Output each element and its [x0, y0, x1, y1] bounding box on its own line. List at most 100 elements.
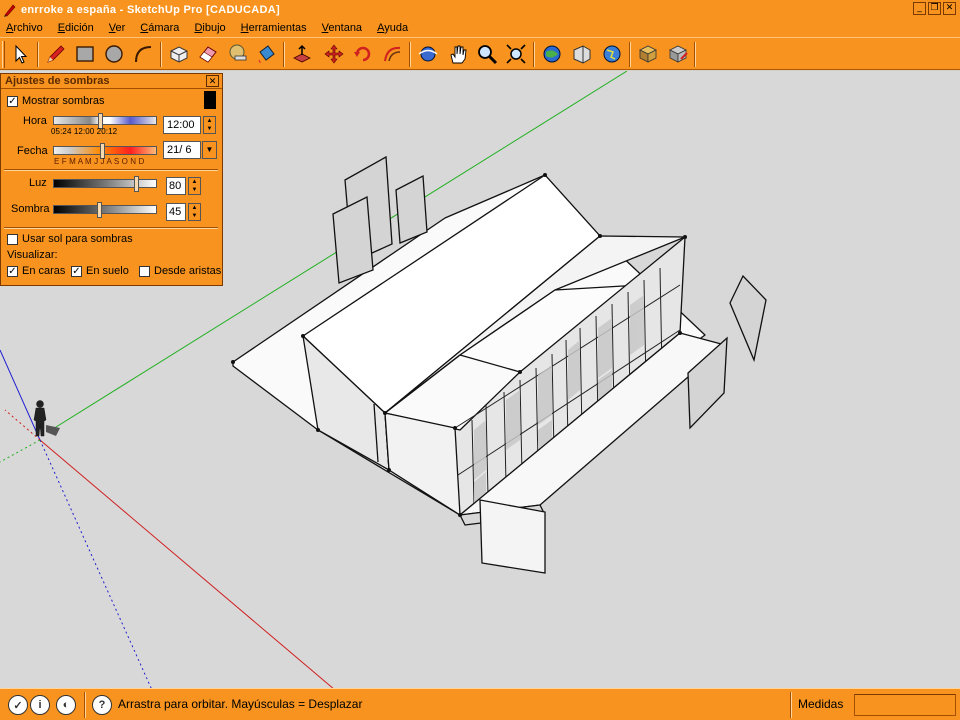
- tape-measure-icon: [229, 44, 247, 61]
- share-model-icon: [573, 45, 591, 64]
- arc-icon: [135, 46, 152, 63]
- panel-right-1: [729, 274, 767, 363]
- time-spinner[interactable]: ▲ ▼: [203, 116, 216, 134]
- shadow-slider[interactable]: [53, 202, 157, 218]
- show-shadows-label: Mostrar sombras: [22, 95, 105, 107]
- on-ground-checkbox[interactable]: ✓: [71, 265, 82, 277]
- light-spinner[interactable]: ▲ ▼: [188, 177, 201, 195]
- menu-dibujo[interactable]: Dibujo: [194, 22, 225, 34]
- measurements-label: Medidas: [798, 697, 844, 711]
- date-picker-button[interactable]: ▼: [202, 141, 217, 159]
- show-shadows-row[interactable]: ✓ Mostrar sombras: [7, 95, 105, 107]
- eraser-tool-button[interactable]: [194, 40, 222, 68]
- get-components-button[interactable]: [634, 40, 662, 68]
- window-title: enrroke a españa - SketchUp Pro [CADUCAD…: [21, 3, 280, 16]
- minimize-button[interactable]: _: [913, 2, 926, 15]
- shadow-input[interactable]: 45: [166, 203, 186, 221]
- light-input[interactable]: 80: [166, 177, 186, 195]
- circle-icon: [105, 45, 123, 63]
- measurements-input[interactable]: [854, 694, 956, 716]
- arc-tool-button[interactable]: [129, 40, 157, 68]
- separator-1: [4, 169, 218, 171]
- pencil-tool-button[interactable]: [42, 40, 70, 68]
- push-pull-icon: [293, 44, 311, 63]
- menu-ventana[interactable]: Ventana: [322, 22, 362, 34]
- credits-icon[interactable]: i: [30, 695, 50, 715]
- time-input[interactable]: 12:00: [163, 116, 201, 134]
- light-slider[interactable]: [53, 176, 157, 192]
- rectangle-icon: [76, 46, 94, 62]
- dialog-title-bar[interactable]: Ajustes de sombras ✕: [1, 74, 222, 89]
- light-slider-thumb[interactable]: [134, 176, 139, 192]
- menu-camara[interactable]: Cámara: [140, 22, 179, 34]
- window-controls: _ ❐ ✕: [913, 2, 956, 15]
- restore-button[interactable]: ❐: [928, 2, 941, 15]
- get-models-button[interactable]: [538, 40, 566, 68]
- shadow-spinner[interactable]: ▲ ▼: [188, 203, 201, 221]
- date-slider[interactable]: [53, 143, 157, 159]
- geo-location-icon[interactable]: ✓: [8, 695, 28, 715]
- use-sun-row[interactable]: Usar sol para sombras: [7, 233, 133, 245]
- help-icon[interactable]: ?: [92, 695, 112, 715]
- paint-bucket-button[interactable]: [252, 40, 280, 68]
- menu-herramientas[interactable]: Herramientas: [241, 22, 307, 34]
- on-ground-label: En suelo: [86, 265, 129, 277]
- menu-bar: Archivo Edición Ver Cámara Dibujo Herram…: [0, 19, 960, 37]
- pan-icon: [450, 45, 467, 64]
- use-sun-label: Usar sol para sombras: [22, 233, 133, 245]
- menu-archivo[interactable]: Archivo: [6, 22, 43, 34]
- offset-tool-button[interactable]: [378, 40, 406, 68]
- panel-front: [479, 499, 546, 574]
- from-edges-label: Desde aristas: [154, 265, 222, 277]
- move-tool-button[interactable]: [320, 40, 348, 68]
- from-edges-row[interactable]: Desde aristas: [139, 265, 221, 277]
- toolbar-grip[interactable]: [2, 41, 5, 68]
- red-axis-line: [39, 439, 334, 688]
- on-ground-row[interactable]: ✓ En suelo: [71, 265, 129, 277]
- shadow-label: Sombra: [11, 203, 50, 215]
- zoom-icon: [478, 45, 498, 65]
- right-wing-front: [384, 412, 461, 516]
- on-faces-row[interactable]: ✓ En caras: [7, 265, 65, 277]
- menu-edicion[interactable]: Edición: [58, 22, 94, 34]
- show-shadows-checkbox[interactable]: ✓: [7, 95, 18, 107]
- on-faces-label: En caras: [22, 265, 66, 277]
- green-axis-dotted: [0, 439, 41, 463]
- rotate-tool-button[interactable]: [349, 40, 377, 68]
- share-model-button[interactable]: [568, 40, 596, 68]
- shadow-slider-thumb[interactable]: [97, 202, 102, 218]
- pencil-icon: [47, 45, 65, 63]
- use-sun-checkbox[interactable]: [7, 233, 18, 245]
- zoom-extents-icon: [506, 44, 526, 64]
- main-toolbar: [0, 37, 960, 70]
- orbit-tool-button[interactable]: [414, 40, 442, 68]
- menu-ayuda[interactable]: Ayuda: [377, 22, 408, 34]
- from-edges-checkbox[interactable]: [139, 265, 150, 277]
- share-component-button[interactable]: [664, 40, 692, 68]
- blue-axis-dotted: [39, 439, 152, 688]
- rectangle-tool-button[interactable]: [71, 40, 99, 68]
- dialog-close-button[interactable]: ✕: [206, 75, 219, 87]
- separator-2: [4, 227, 218, 229]
- circle-tool-button[interactable]: [100, 40, 128, 68]
- pan-tool-button[interactable]: [444, 40, 472, 68]
- status-hint: Arrastra para orbitar. Mayúsculas = Desp…: [118, 697, 363, 711]
- push-pull-button[interactable]: [288, 40, 316, 68]
- zoom-extents-button[interactable]: [502, 40, 530, 68]
- building-model: [231, 173, 726, 526]
- user-icon[interactable]: ◐: [56, 695, 76, 715]
- on-faces-checkbox[interactable]: ✓: [7, 265, 18, 277]
- tape-measure-button[interactable]: [223, 40, 251, 68]
- menu-ver[interactable]: Ver: [109, 22, 126, 34]
- google-earth-button[interactable]: [598, 40, 626, 68]
- make-component-button[interactable]: [165, 40, 193, 68]
- date-input[interactable]: 21/ 6: [163, 141, 201, 159]
- select-tool-button[interactable]: [7, 40, 35, 68]
- close-window-button[interactable]: ✕: [943, 2, 956, 15]
- time-slider[interactable]: [53, 113, 157, 129]
- get-models-icon: [543, 45, 561, 63]
- collapse-dialog-button[interactable]: [204, 91, 216, 109]
- get-components-icon: [639, 45, 657, 63]
- orbit-icon: [418, 46, 438, 62]
- zoom-tool-button[interactable]: [473, 40, 501, 68]
